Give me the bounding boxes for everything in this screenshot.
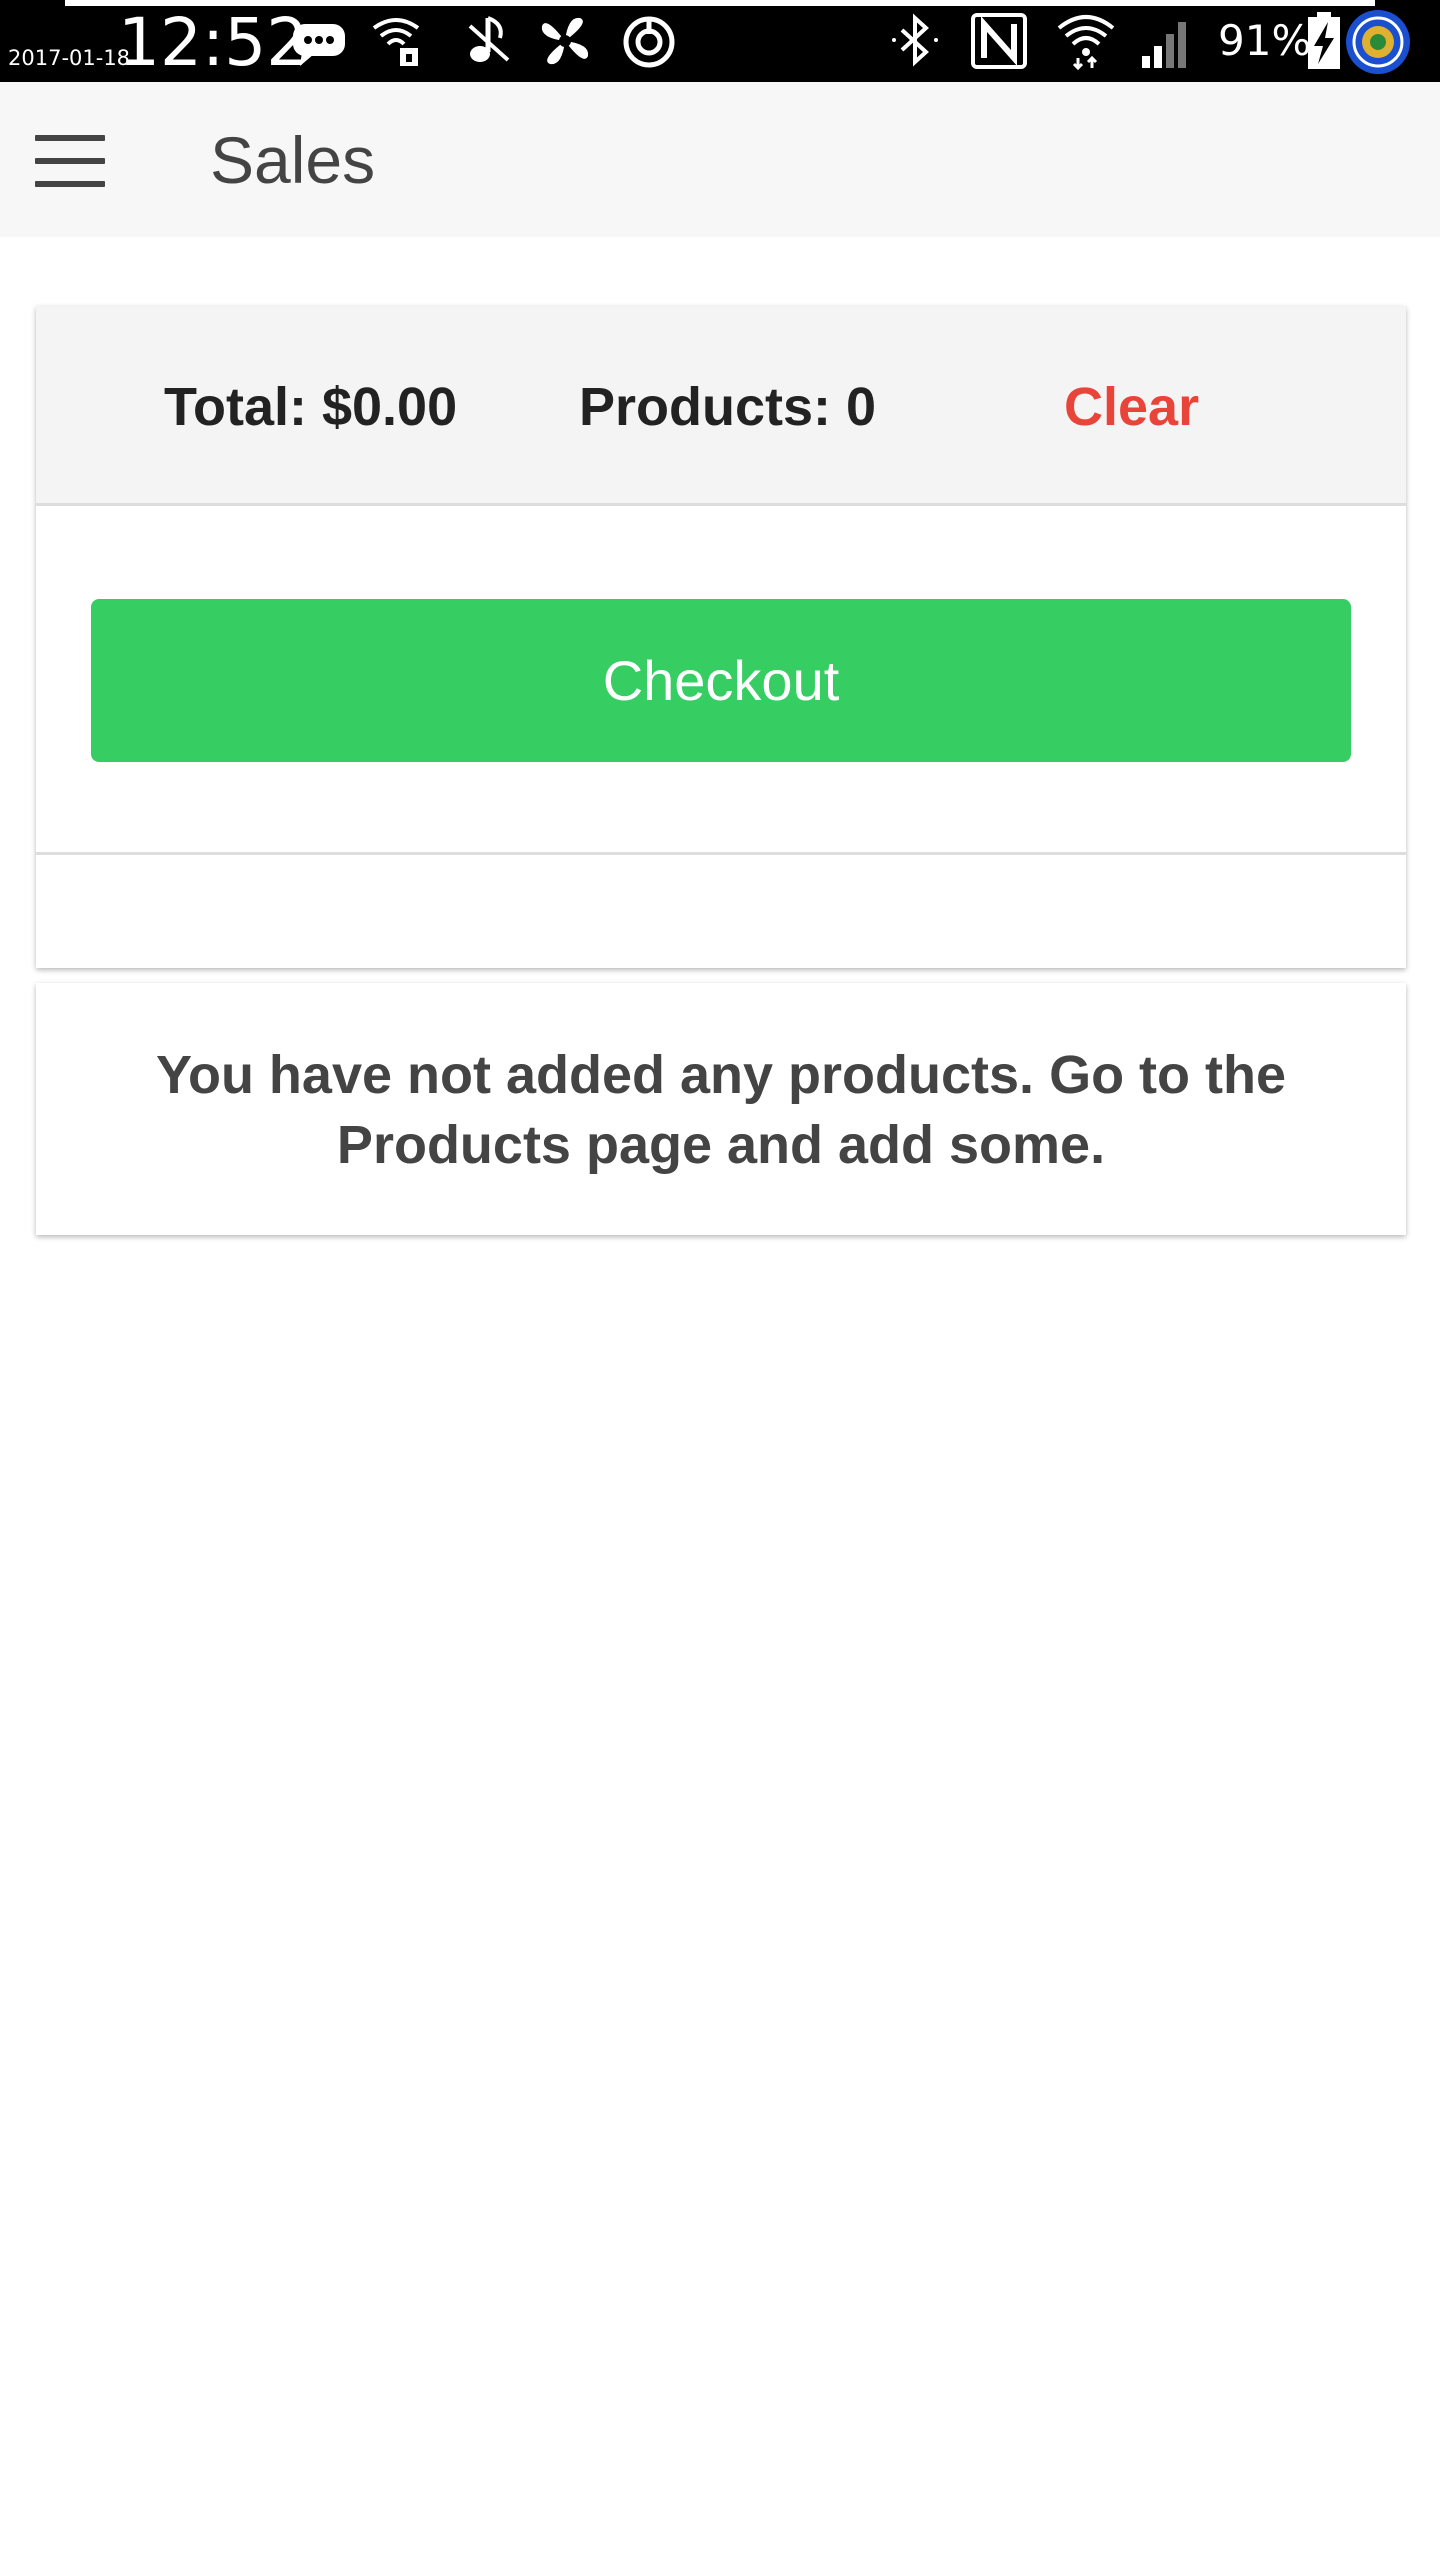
wifi-icon [1056,12,1116,70]
sales-summary-card: Total: $0.00 Products: 0 Clear Checkout [36,306,1406,968]
fan-icon [536,12,594,70]
hamburger-menu-icon[interactable] [18,109,122,213]
menu-bar-line [35,158,105,164]
clear-button[interactable]: Clear [1064,372,1199,442]
checkout-button[interactable]: Checkout [91,599,1351,762]
app-orb-icon [1344,8,1412,74]
page-title: Sales [210,123,376,197]
sync-icon [620,12,678,70]
status-date: 2017-01-18 [8,46,131,70]
wifi-hotspot-icon [370,12,428,70]
app-bar: Sales [0,82,1440,237]
menu-bar-line [35,135,105,141]
status-bar: 2017-01-18 12:52 91% [0,0,1440,82]
music-off-icon [460,12,518,70]
empty-state-message: You have not added any products. Go to t… [155,1045,1287,1175]
empty-products-card: You have not added any products. Go to t… [36,983,1406,1235]
total-amount: Total: $0.00 [164,377,458,437]
nfc-icon [970,12,1028,70]
menu-bar-line [35,181,105,187]
card-divider [36,852,1406,855]
status-time: 12:52 [118,4,309,81]
battery-charging-icon [1306,12,1342,70]
products-count: Products: 0 [579,377,877,437]
battery-percentage: 91% [1218,16,1312,65]
cell-signal-icon [1140,12,1198,70]
messages-icon [290,12,348,70]
summary-header: Total: $0.00 Products: 0 Clear [36,306,1406,506]
bluetooth-icon [886,12,944,70]
